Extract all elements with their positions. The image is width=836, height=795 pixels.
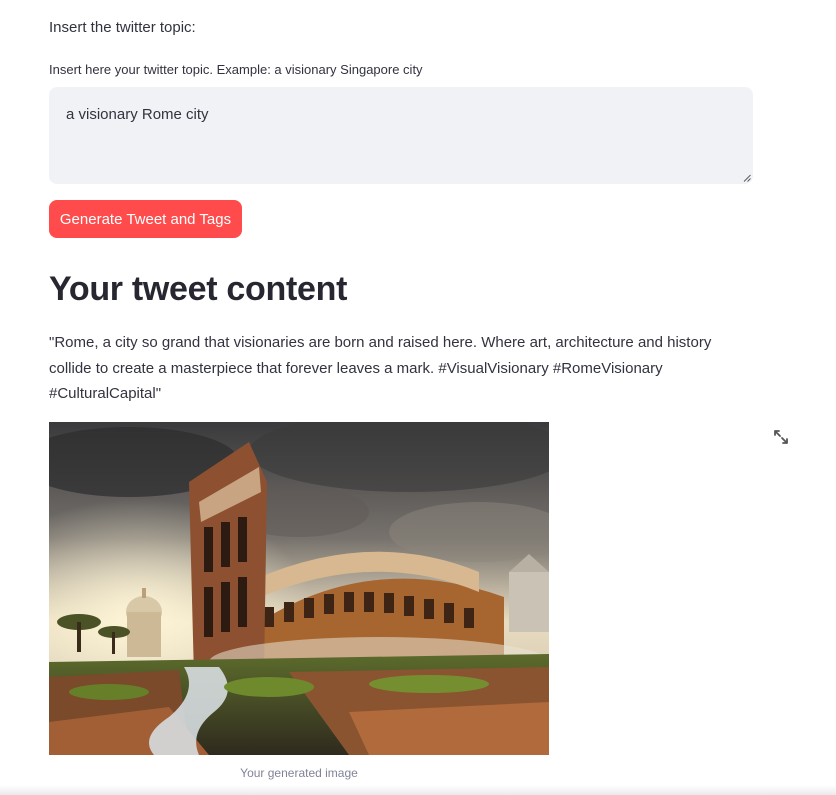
section-label: Insert the twitter topic:	[49, 19, 196, 36]
app-page: Insert the twitter topic: Insert here yo…	[0, 0, 836, 795]
image-caption: Your generated image	[240, 766, 358, 780]
topic-textarea-value[interactable]: a visionary Rome city	[66, 106, 209, 123]
fullscreen-expand-icon[interactable]	[772, 428, 790, 446]
topic-input-label: Insert here your twitter topic. Example:…	[49, 62, 423, 77]
page-title: Your tweet content	[49, 270, 348, 308]
resize-grip-icon[interactable]	[743, 174, 751, 182]
topic-textarea[interactable]: a visionary Rome city	[49, 87, 753, 184]
tweet-content-text: "Rome, a city so grand that visionaries …	[49, 334, 712, 402]
generated-image-picture	[49, 422, 549, 755]
bottom-fade-divider	[0, 785, 836, 795]
generate-tweet-button[interactable]: Generate Tweet and Tags	[49, 200, 242, 238]
generated-image	[49, 422, 549, 755]
